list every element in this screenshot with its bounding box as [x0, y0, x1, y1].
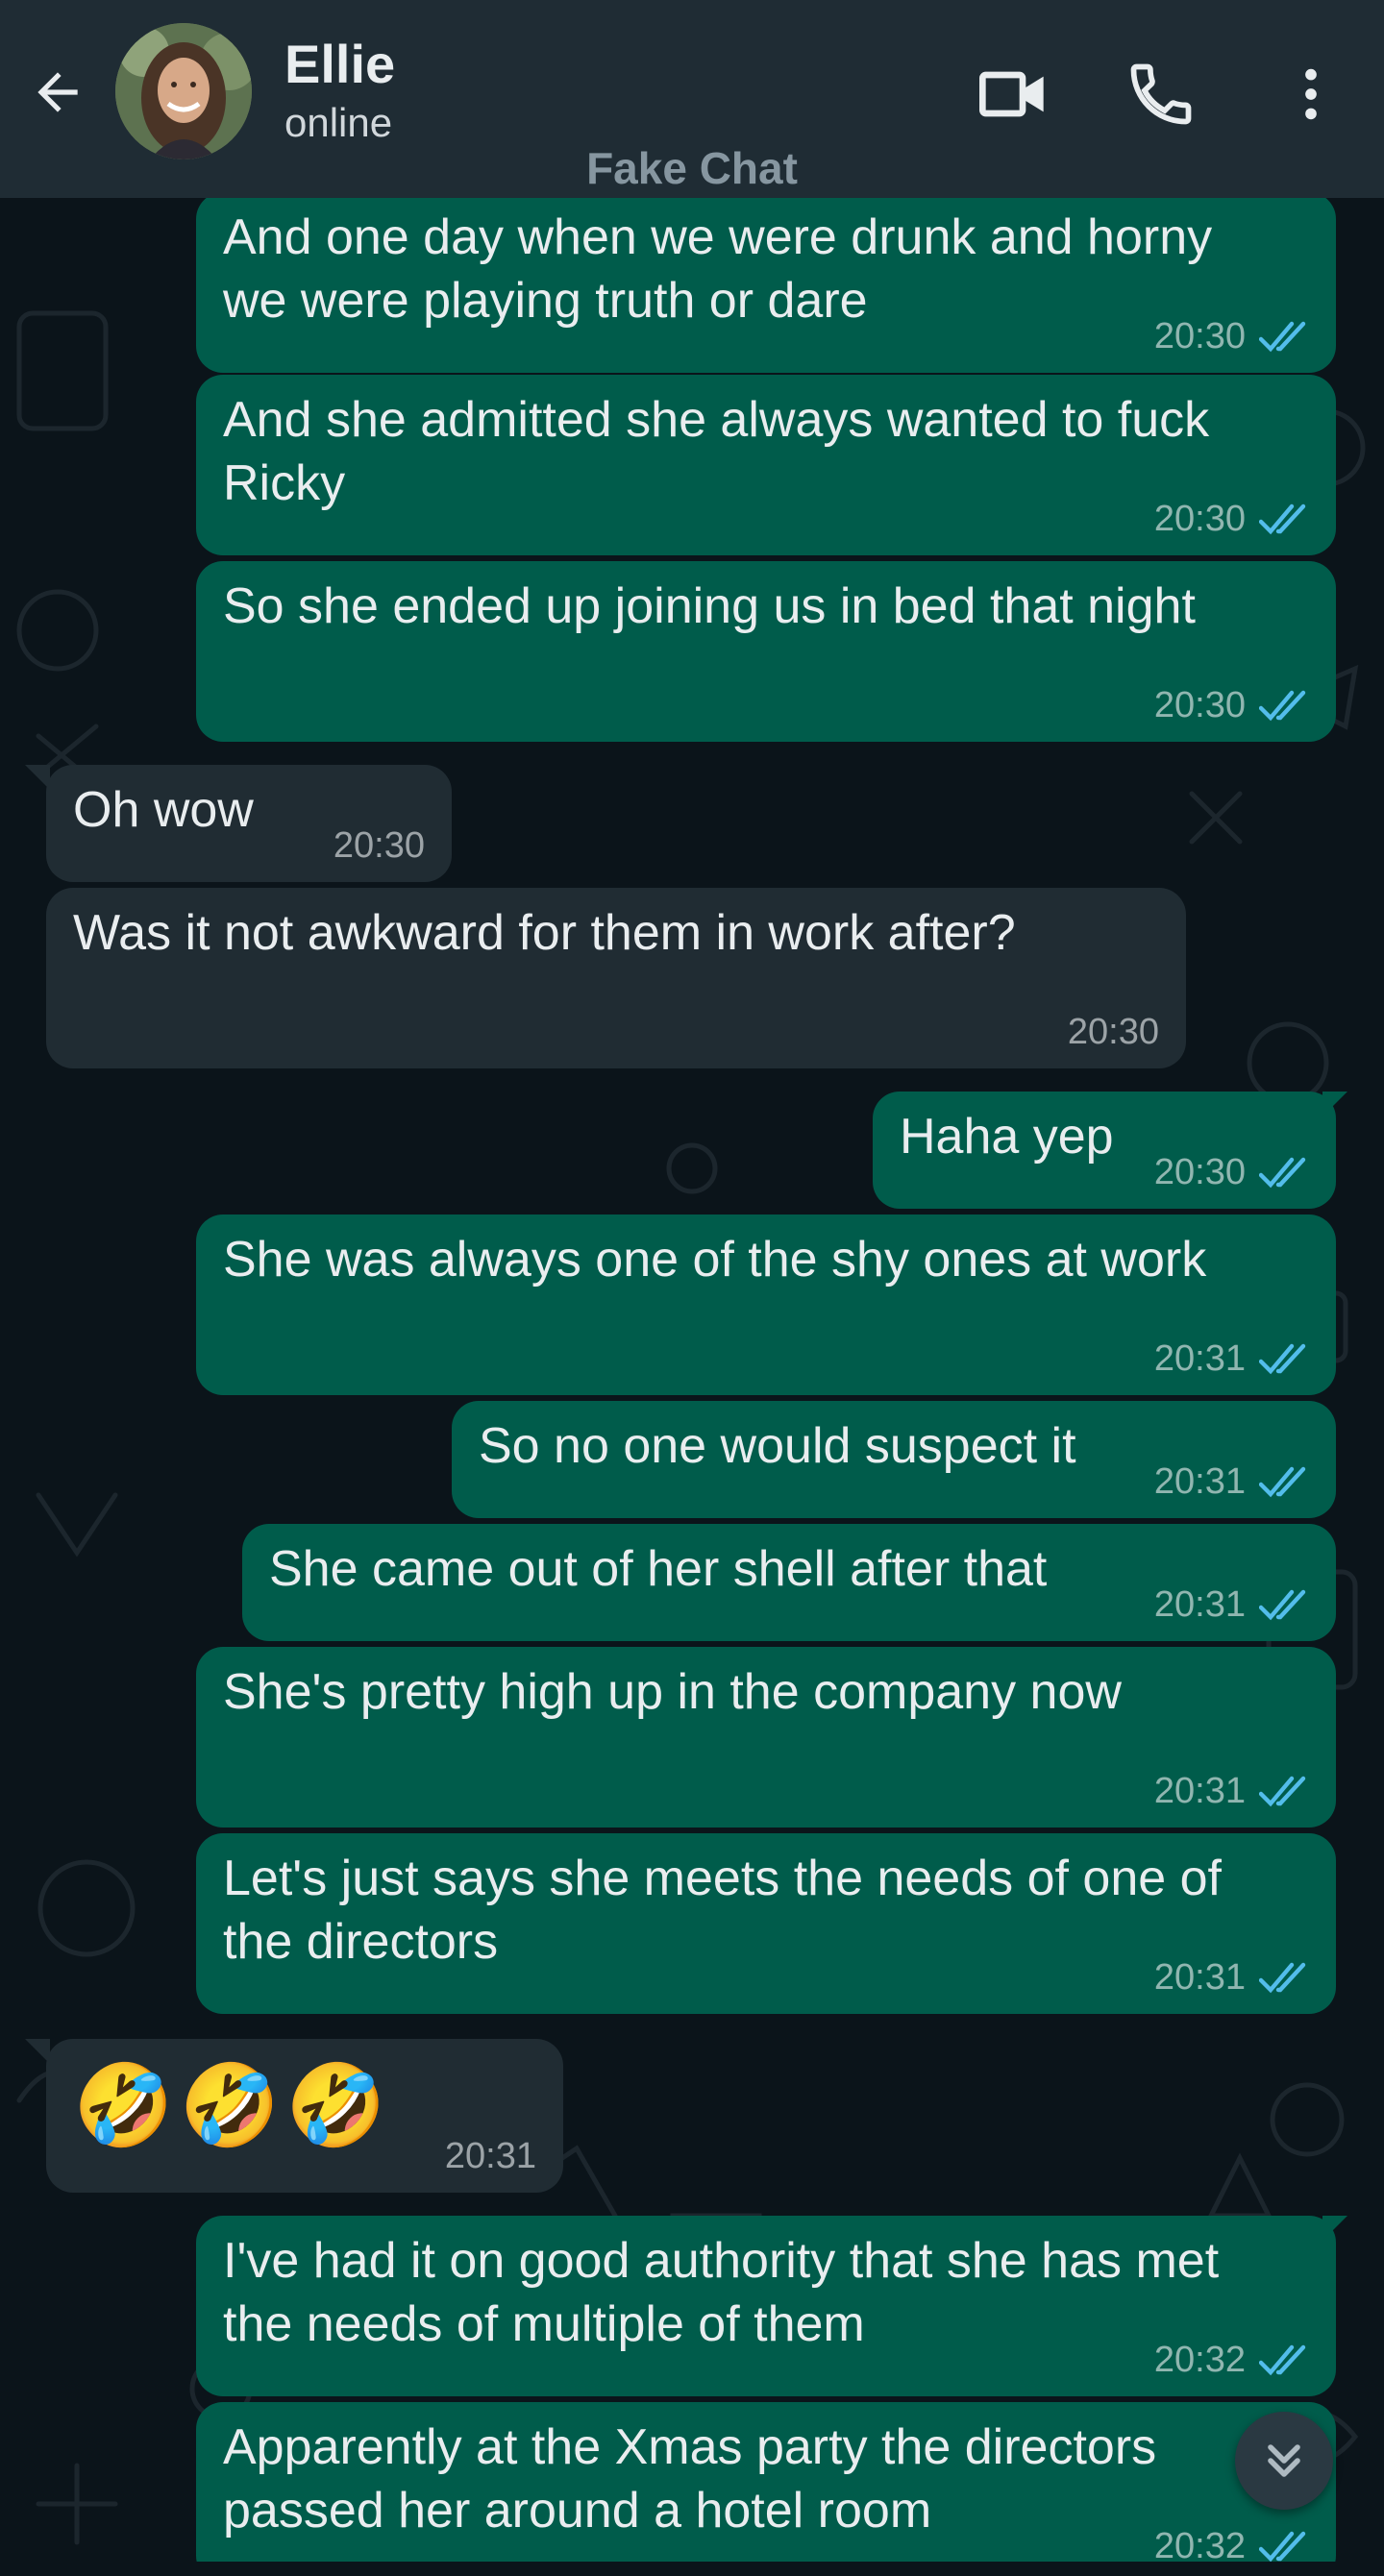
message-text: Was it not awkward for them in work afte…	[73, 905, 1016, 961]
message-meta: 20:31	[1154, 1771, 1313, 1812]
outgoing-message[interactable]: She was always one of the shy ones at wo…	[196, 1214, 1336, 1395]
chevron-double-down-icon	[1268, 2444, 1300, 2477]
message-text: I've had it on good authority that she h…	[223, 2233, 1220, 2352]
message-time: 20:30	[1153, 685, 1246, 725]
message-text: And she admitted she always wanted to fu…	[223, 392, 1210, 511]
message-meta: 20:30	[1154, 1152, 1313, 1193]
read-ticks-icon	[1259, 690, 1306, 721]
message-meta: 20:31	[1154, 1338, 1313, 1380]
incoming-message[interactable]: Was it not awkward for them in work afte…	[46, 888, 1186, 1068]
message-list[interactable]: And one day when we were drunk and horny…	[0, 198, 1384, 2562]
message-time: 20:32	[1153, 2340, 1246, 2380]
message-meta: 20:31	[1154, 1584, 1313, 1626]
outgoing-message[interactable]: And she admitted she always wanted to fu…	[196, 375, 1336, 555]
voice-call-button[interactable]	[1121, 54, 1201, 135]
read-ticks-icon	[1259, 1466, 1306, 1497]
message-time: 20:31	[1153, 1584, 1246, 1625]
message-time: 20:31	[444, 2136, 536, 2176]
back-button[interactable]	[21, 56, 94, 129]
incoming-message[interactable]: Oh wow 20:30	[46, 765, 452, 882]
message-time: 20:32	[1153, 2526, 1246, 2562]
bubble-tail	[1322, 1092, 1347, 1116]
bubble-tail	[25, 765, 50, 790]
outgoing-message[interactable]: Apparently at the Xmas party the directo…	[196, 2402, 1336, 2562]
outgoing-message[interactable]: So she ended up joining us in bed that n…	[196, 561, 1336, 742]
message-meta: 20:30	[1068, 1012, 1159, 1053]
message-time: 20:30	[333, 825, 425, 866]
incoming-message[interactable]: 🤣🤣🤣 20:31	[46, 2039, 563, 2193]
avatar[interactable]	[115, 23, 252, 159]
outgoing-message[interactable]: And one day when we were drunk and horny…	[196, 198, 1336, 373]
message-time: 20:31	[1153, 1338, 1246, 1379]
message-text: She's pretty high up in the company now	[223, 1664, 1122, 1720]
message-meta: 20:30	[1154, 685, 1313, 726]
read-ticks-icon	[1259, 321, 1306, 352]
outgoing-message[interactable]: I've had it on good authority that she h…	[196, 2216, 1336, 2396]
read-ticks-icon	[1259, 503, 1306, 534]
outgoing-message[interactable]: So no one would suspect it 20:31	[452, 1401, 1336, 1518]
more-options-icon	[1305, 68, 1317, 120]
message-time: 20:31	[1153, 1771, 1246, 1811]
message-meta: 20:32	[1154, 2340, 1313, 2381]
bubble-tail	[1322, 2216, 1347, 2241]
message-time: 20:30	[1067, 1012, 1159, 1052]
message-text: Apparently at the Xmas party the directo…	[223, 2419, 1157, 2539]
outgoing-message[interactable]: Let's just says she meets the needs of o…	[196, 1833, 1336, 2014]
scroll-to-bottom-button[interactable]	[1235, 2412, 1333, 2510]
message-text: So she ended up joining us in bed that n…	[223, 578, 1196, 634]
message-meta: 20:31	[1154, 1957, 1313, 1999]
message-time: 20:30	[1153, 316, 1246, 356]
outgoing-message[interactable]: She's pretty high up in the company now 2…	[196, 1647, 1336, 1828]
read-ticks-icon	[1259, 1962, 1306, 1993]
message-time: 20:30	[1153, 499, 1246, 539]
more-options-button[interactable]	[1271, 54, 1351, 135]
video-call-button[interactable]	[973, 54, 1053, 135]
read-ticks-icon	[1259, 1157, 1306, 1188]
read-ticks-icon	[1259, 2344, 1306, 2375]
bubble-tail	[25, 2039, 50, 2064]
read-ticks-icon	[1259, 2531, 1306, 2562]
message-time: 20:30	[1153, 1152, 1246, 1192]
message-meta: 20:31	[1154, 1461, 1313, 1503]
read-ticks-icon	[1259, 1776, 1306, 1806]
read-ticks-icon	[1259, 1343, 1306, 1374]
message-time: 20:31	[1153, 1461, 1246, 1502]
outgoing-message[interactable]: Haha yep 20:30	[873, 1092, 1336, 1209]
outgoing-message[interactable]: She came out of her shell after that 20:3…	[242, 1524, 1336, 1641]
message-text: And one day when we were drunk and horny…	[223, 209, 1213, 329]
message-time: 20:31	[1153, 1957, 1246, 1998]
contact-status: online	[284, 100, 393, 145]
message-meta: 20:30	[334, 825, 425, 867]
avatar-photo	[115, 23, 252, 159]
video-call-icon	[979, 71, 1044, 117]
message-text: Let's just says she meets the needs of o…	[223, 1851, 1222, 1970]
message-meta: 20:30	[1154, 316, 1313, 357]
message-meta: 20:32	[1154, 2526, 1313, 2562]
chat-screen: Ellie online Fake Chat And one day when …	[0, 0, 1384, 2576]
watermark: Fake Chat	[586, 143, 798, 193]
back-arrow-icon	[37, 72, 78, 112]
read-ticks-icon	[1259, 1589, 1306, 1620]
voice-call-icon	[1130, 63, 1192, 125]
message-meta: 20:31	[445, 2136, 536, 2177]
message-text: She was always one of the shy ones at wo…	[223, 1232, 1207, 1288]
contact-name[interactable]: Ellie	[284, 33, 395, 95]
message-meta: 20:30	[1154, 499, 1313, 540]
